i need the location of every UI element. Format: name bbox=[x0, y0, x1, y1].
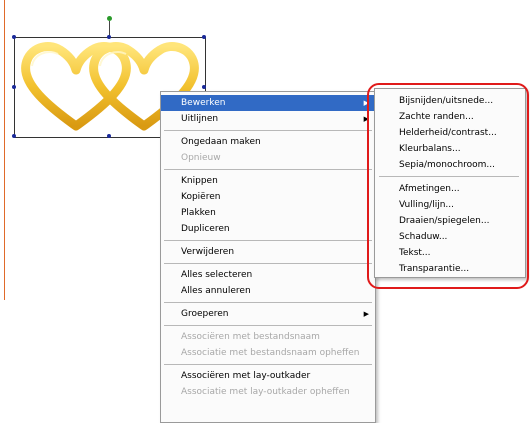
selection-handle-icon[interactable] bbox=[107, 35, 111, 39]
menu-item-label: Associëren met lay-outkader bbox=[181, 371, 311, 381]
menu-item-associatie-met-bestandsnaam-opheffen: Associatie met bestandsnaam opheffen bbox=[161, 345, 375, 361]
submenu-separator bbox=[379, 176, 519, 177]
menu-item-kopieren[interactable]: Kopiëren bbox=[161, 189, 375, 205]
menu-item-label: Opnieuw bbox=[181, 153, 221, 163]
menu-separator bbox=[164, 240, 372, 241]
submenu-arrow-icon: ▶ bbox=[363, 99, 369, 107]
menu-item-label: Ongedaan maken bbox=[181, 137, 261, 147]
submenu-item-schaduw[interactable]: Schaduw... bbox=[375, 229, 525, 245]
menu-item-opnieuw: Opnieuw bbox=[161, 150, 375, 166]
menu-item-ongedaan-maken[interactable]: Ongedaan maken bbox=[161, 134, 375, 150]
selection-handle-icon[interactable] bbox=[202, 85, 206, 89]
submenu-item-helderheid-contrast[interactable]: Helderheid/contrast... bbox=[375, 125, 525, 141]
page-margin-line bbox=[4, 0, 5, 300]
menu-separator bbox=[164, 169, 372, 170]
menu-item-label: Groeperen bbox=[181, 309, 229, 319]
menu-item-uitlijnen[interactable]: Uitlijnen ▶ bbox=[161, 111, 375, 127]
menu-separator bbox=[164, 302, 372, 303]
menu-item-label: Dupliceren bbox=[181, 224, 230, 234]
menu-separator bbox=[164, 325, 372, 326]
menu-item-knippen[interactable]: Knippen bbox=[161, 173, 375, 189]
menu-item-label: Associëren met bestandsnaam bbox=[181, 332, 320, 342]
menu-item-alles-annuleren[interactable]: Alles annuleren bbox=[161, 283, 375, 299]
menu-item-bewerken[interactable]: Bewerken ▶ bbox=[161, 95, 375, 111]
selection-handle-icon[interactable] bbox=[107, 134, 111, 138]
submenu-item-afmetingen[interactable]: Afmetingen... bbox=[375, 181, 525, 197]
submenu-arrow-icon: ▶ bbox=[363, 310, 369, 318]
submenu-bewerken[interactable]: Bijsnijden/uitsnede... Zachte randen... He… bbox=[374, 88, 526, 278]
menu-item-plakken[interactable]: Plakken bbox=[161, 205, 375, 221]
submenu-item-vulling-lijn[interactable]: Vulling/lijn... bbox=[375, 197, 525, 213]
rotation-handle-icon[interactable] bbox=[107, 16, 112, 21]
menu-item-label: Plakken bbox=[181, 208, 216, 218]
menu-item-associeren-met-bestandsnaam: Associëren met bestandsnaam bbox=[161, 329, 375, 345]
menu-item-dupliceren[interactable]: Dupliceren bbox=[161, 221, 375, 237]
menu-item-alles-selecteren[interactable]: Alles selecteren bbox=[161, 267, 375, 283]
menu-item-label: Knippen bbox=[181, 176, 218, 186]
selection-handle-icon[interactable] bbox=[12, 85, 16, 89]
menu-item-associeren-met-lay-outkader[interactable]: Associëren met lay-outkader bbox=[161, 368, 375, 384]
menu-item-label: Associatie met lay-outkader opheffen bbox=[181, 387, 350, 397]
submenu-item-tekst[interactable]: Tekst... bbox=[375, 245, 525, 261]
menu-separator bbox=[164, 364, 372, 365]
submenu-item-kleurbalans[interactable]: Kleurbalans... bbox=[375, 141, 525, 157]
submenu-item-bijsnijden-uitsnede[interactable]: Bijsnijden/uitsnede... bbox=[375, 93, 525, 109]
menu-separator bbox=[164, 263, 372, 264]
menu-item-label: Kopiëren bbox=[181, 192, 221, 202]
menu-item-verwijderen[interactable]: Verwijderen bbox=[161, 244, 375, 260]
menu-item-label: Alles annuleren bbox=[181, 286, 251, 296]
menu-item-label: Associatie met bestandsnaam opheffen bbox=[181, 348, 360, 358]
selection-handle-icon[interactable] bbox=[202, 35, 206, 39]
submenu-item-sepia-monochroom[interactable]: Sepia/monochroom... bbox=[375, 157, 525, 173]
menu-item-groeperen[interactable]: Groeperen ▶ bbox=[161, 306, 375, 322]
context-menu[interactable]: Bewerken ▶ Uitlijnen ▶ Ongedaan maken Opnieuw… bbox=[160, 91, 376, 423]
submenu-item-transparantie[interactable]: Transparantie... bbox=[375, 261, 525, 277]
submenu-arrow-icon: ▶ bbox=[363, 115, 369, 123]
menu-item-label: Uitlijnen bbox=[181, 114, 219, 124]
menu-item-label: Alles selecteren bbox=[181, 270, 253, 280]
menu-item-label: Bewerken bbox=[181, 98, 226, 108]
selection-handle-icon[interactable] bbox=[12, 35, 16, 39]
submenu-item-draaien-spiegelen[interactable]: Draaien/spiegelen... bbox=[375, 213, 525, 229]
selection-handle-icon[interactable] bbox=[12, 134, 16, 138]
menu-item-associatie-met-lay-outkader-opheffen: Associatie met lay-outkader opheffen bbox=[161, 384, 375, 400]
submenu-item-zachte-randen[interactable]: Zachte randen... bbox=[375, 109, 525, 125]
menu-separator bbox=[164, 130, 372, 131]
menu-item-label: Verwijderen bbox=[181, 247, 235, 257]
